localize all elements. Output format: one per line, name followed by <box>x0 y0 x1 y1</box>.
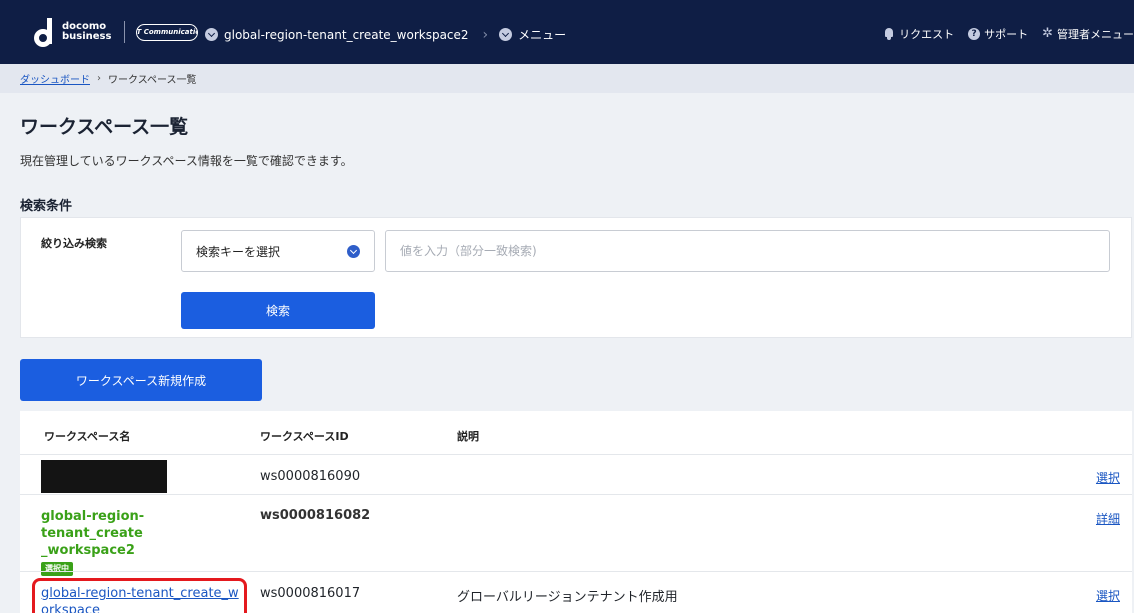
help-icon: ? <box>968 28 981 40</box>
page-description: 現在管理しているワークスペース情報を一覧で確認できます。 <box>20 154 353 168</box>
column-header-name: ワークスペース名 <box>44 430 131 443</box>
ntt-communications-logo: NTT Communications <box>136 23 199 41</box>
workspace-id: ws0000816017 <box>260 586 361 601</box>
search-value-input[interactable] <box>385 230 1110 272</box>
search-button[interactable]: 検索 <box>181 292 375 329</box>
select-link[interactable]: 選択 <box>1096 587 1120 604</box>
filter-label: 絞り込み検索 <box>41 237 107 250</box>
workspace-name-line-2: _workspace2 <box>41 543 135 558</box>
create-workspace-button[interactable]: ワークスペース新規作成 <box>20 359 262 401</box>
workspace-name-line-1: global-region-tenant_create <box>41 509 145 541</box>
table-row: global-region-tenant_create_w orkspace w… <box>20 571 1132 613</box>
chevron-right-icon: › <box>97 73 101 84</box>
redacted-workspace-name <box>41 460 167 493</box>
current-workspace-selector[interactable]: global-region-tenant_create_workspace2 <box>224 28 469 42</box>
workspace-name-line-2: orkspace <box>41 603 100 613</box>
nav-support[interactable]: ? サポート <box>968 26 1028 42</box>
menu-dropdown[interactable]: メニュー <box>499 26 566 43</box>
workspace-name-line-1: global-region-tenant_create_w <box>41 586 239 601</box>
details-link[interactable]: 詳細 <box>1096 510 1120 527</box>
search-key-value: 検索キーを選択 <box>196 244 281 259</box>
workspace-description: グローバルリージョンテナント作成用 <box>457 590 678 605</box>
brand-line-2: business <box>62 31 112 42</box>
workspace-id: ws0000816082 <box>260 508 371 523</box>
brand-wordmark: docomo business <box>62 22 111 42</box>
breadcrumb-current: ワークスペース一覧 <box>108 75 197 86</box>
nav-request[interactable]: リクエスト <box>883 26 954 42</box>
select-link[interactable]: 選択 <box>1096 469 1120 486</box>
gear-icon: ✲ <box>1042 26 1053 41</box>
workspace-context: global-region-tenant_create_workspace2 ›… <box>205 26 566 43</box>
breadcrumb: ダッシュボード › ワークスペース一覧 <box>0 64 1134 93</box>
search-panel: 絞り込み検索 検索キーを選択 検索 <box>20 217 1132 338</box>
page-title: ワークスペース一覧 <box>20 116 189 138</box>
brand-divider <box>124 21 126 43</box>
search-key-select[interactable]: 検索キーを選択 <box>181 230 375 272</box>
breadcrumb-dashboard-link[interactable]: ダッシュボード <box>20 71 90 86</box>
column-header-id: ワークスペースID <box>260 430 349 443</box>
header-nav: リクエスト ? サポート ✲ 管理者メニュー <box>883 26 1134 42</box>
docomo-d-icon <box>34 17 56 47</box>
nav-admin-label: 管理者メニュー <box>1057 28 1134 41</box>
nav-request-label: リクエスト <box>899 28 955 41</box>
nav-admin-menu[interactable]: ✲ 管理者メニュー <box>1042 26 1134 42</box>
table-row: global-region-tenant_create _workspace2 … <box>20 494 1132 576</box>
chevron-right-icon: › <box>482 26 489 43</box>
workspace-name-link[interactable]: global-region-tenant_create_w orkspace <box>41 585 241 613</box>
nav-support-label: サポート <box>984 28 1029 41</box>
table-row: ws0000816090 選択 <box>20 454 1132 494</box>
docomo-business-logo[interactable]: docomo business NTT Communications <box>34 12 199 52</box>
workspace-name-current[interactable]: global-region-tenant_create _workspace2 … <box>41 508 241 576</box>
chevron-down-icon <box>347 245 360 258</box>
menu-label: メニュー <box>518 28 567 42</box>
chevron-down-icon <box>205 28 218 41</box>
top-header: docomo business NTT Communications globa… <box>0 0 1134 64</box>
workspace-table: ワークスペース名 ワークスペースID 説明 ws0000816090 選択 gl… <box>20 411 1132 613</box>
bell-icon <box>883 28 895 40</box>
workspace-id: ws0000816090 <box>260 469 361 484</box>
search-section-title: 検索条件 <box>20 199 73 214</box>
column-header-description: 説明 <box>457 430 479 443</box>
chevron-down-icon <box>499 28 513 41</box>
